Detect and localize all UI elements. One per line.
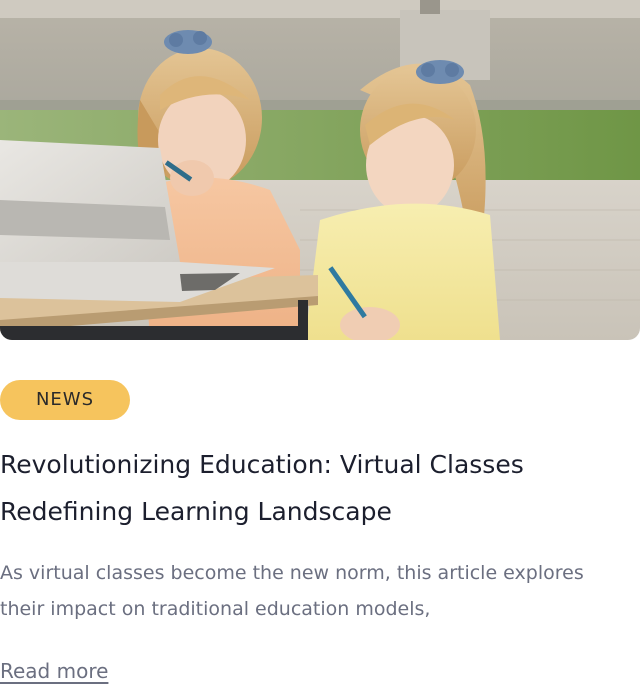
article-card: NEWS Revolutionizing Education: Virtual … [0, 0, 640, 690]
article-image[interactable] [0, 0, 640, 340]
article-title[interactable]: Revolutionizing Education: Virtual Class… [0, 441, 600, 535]
category-badge[interactable]: NEWS [0, 380, 130, 420]
article-excerpt: As virtual classes become the new norm, … [0, 562, 584, 620]
read-more-link[interactable]: Read more [0, 656, 108, 686]
